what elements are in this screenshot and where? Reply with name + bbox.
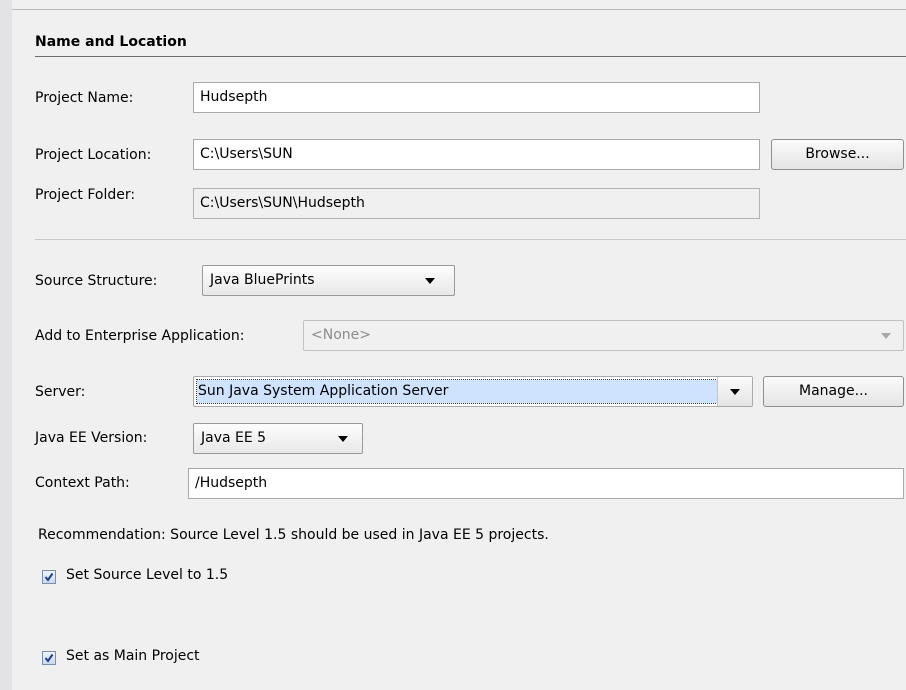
source-structure-select[interactable]: Java BluePrints bbox=[202, 265, 455, 296]
chevron-down-icon bbox=[425, 278, 435, 284]
checkmark-icon bbox=[44, 572, 54, 582]
project-location-field[interactable]: C:\Users\SUN bbox=[193, 139, 760, 170]
source-structure-label: Source Structure: bbox=[35, 273, 158, 289]
java-ee-version-value: Java EE 5 bbox=[201, 430, 267, 446]
enterprise-app-value: <None> bbox=[311, 327, 371, 343]
section-divider bbox=[35, 239, 906, 240]
top-border bbox=[12, 9, 906, 10]
section-title-rule bbox=[35, 56, 906, 57]
server-dropdown-button[interactable] bbox=[717, 377, 752, 406]
project-location-label: Project Location: bbox=[35, 147, 152, 163]
main-project-checkbox[interactable] bbox=[42, 651, 56, 665]
source-level-label[interactable]: Set Source Level to 1.5 bbox=[66, 567, 228, 583]
project-folder-field: C:\Users\SUN\Hudsepth bbox=[193, 188, 760, 219]
project-name-field[interactable]: Hudsepth bbox=[193, 82, 760, 113]
chevron-down-icon bbox=[338, 436, 348, 442]
project-name-label: Project Name: bbox=[35, 90, 134, 106]
chevron-down-icon bbox=[881, 333, 891, 339]
project-folder-label: Project Folder: bbox=[35, 187, 136, 203]
server-label: Server: bbox=[35, 384, 86, 400]
recommendation-text: Recommendation: Source Level 1.5 should … bbox=[38, 527, 549, 543]
enterprise-app-select: <None> bbox=[303, 320, 904, 351]
source-structure-value: Java BluePrints bbox=[210, 272, 315, 288]
window-edge bbox=[0, 0, 12, 690]
context-path-field[interactable]: /Hudsepth bbox=[188, 468, 904, 499]
chevron-down-icon bbox=[730, 389, 740, 395]
source-level-checkbox[interactable] bbox=[42, 570, 56, 584]
java-ee-version-select[interactable]: Java EE 5 bbox=[193, 423, 363, 454]
context-path-label: Context Path: bbox=[35, 475, 130, 491]
manage-button[interactable]: Manage... bbox=[763, 376, 904, 407]
server-value: Sun Java System Application Server bbox=[198, 383, 449, 399]
main-project-label[interactable]: Set as Main Project bbox=[66, 648, 200, 664]
checkmark-icon bbox=[44, 653, 54, 663]
enterprise-app-label: Add to Enterprise Application: bbox=[35, 328, 245, 344]
browse-button[interactable]: Browse... bbox=[771, 139, 904, 170]
java-ee-version-label: Java EE Version: bbox=[35, 430, 148, 446]
section-title: Name and Location bbox=[35, 34, 187, 50]
server-select[interactable]: Sun Java System Application Server bbox=[193, 376, 753, 407]
